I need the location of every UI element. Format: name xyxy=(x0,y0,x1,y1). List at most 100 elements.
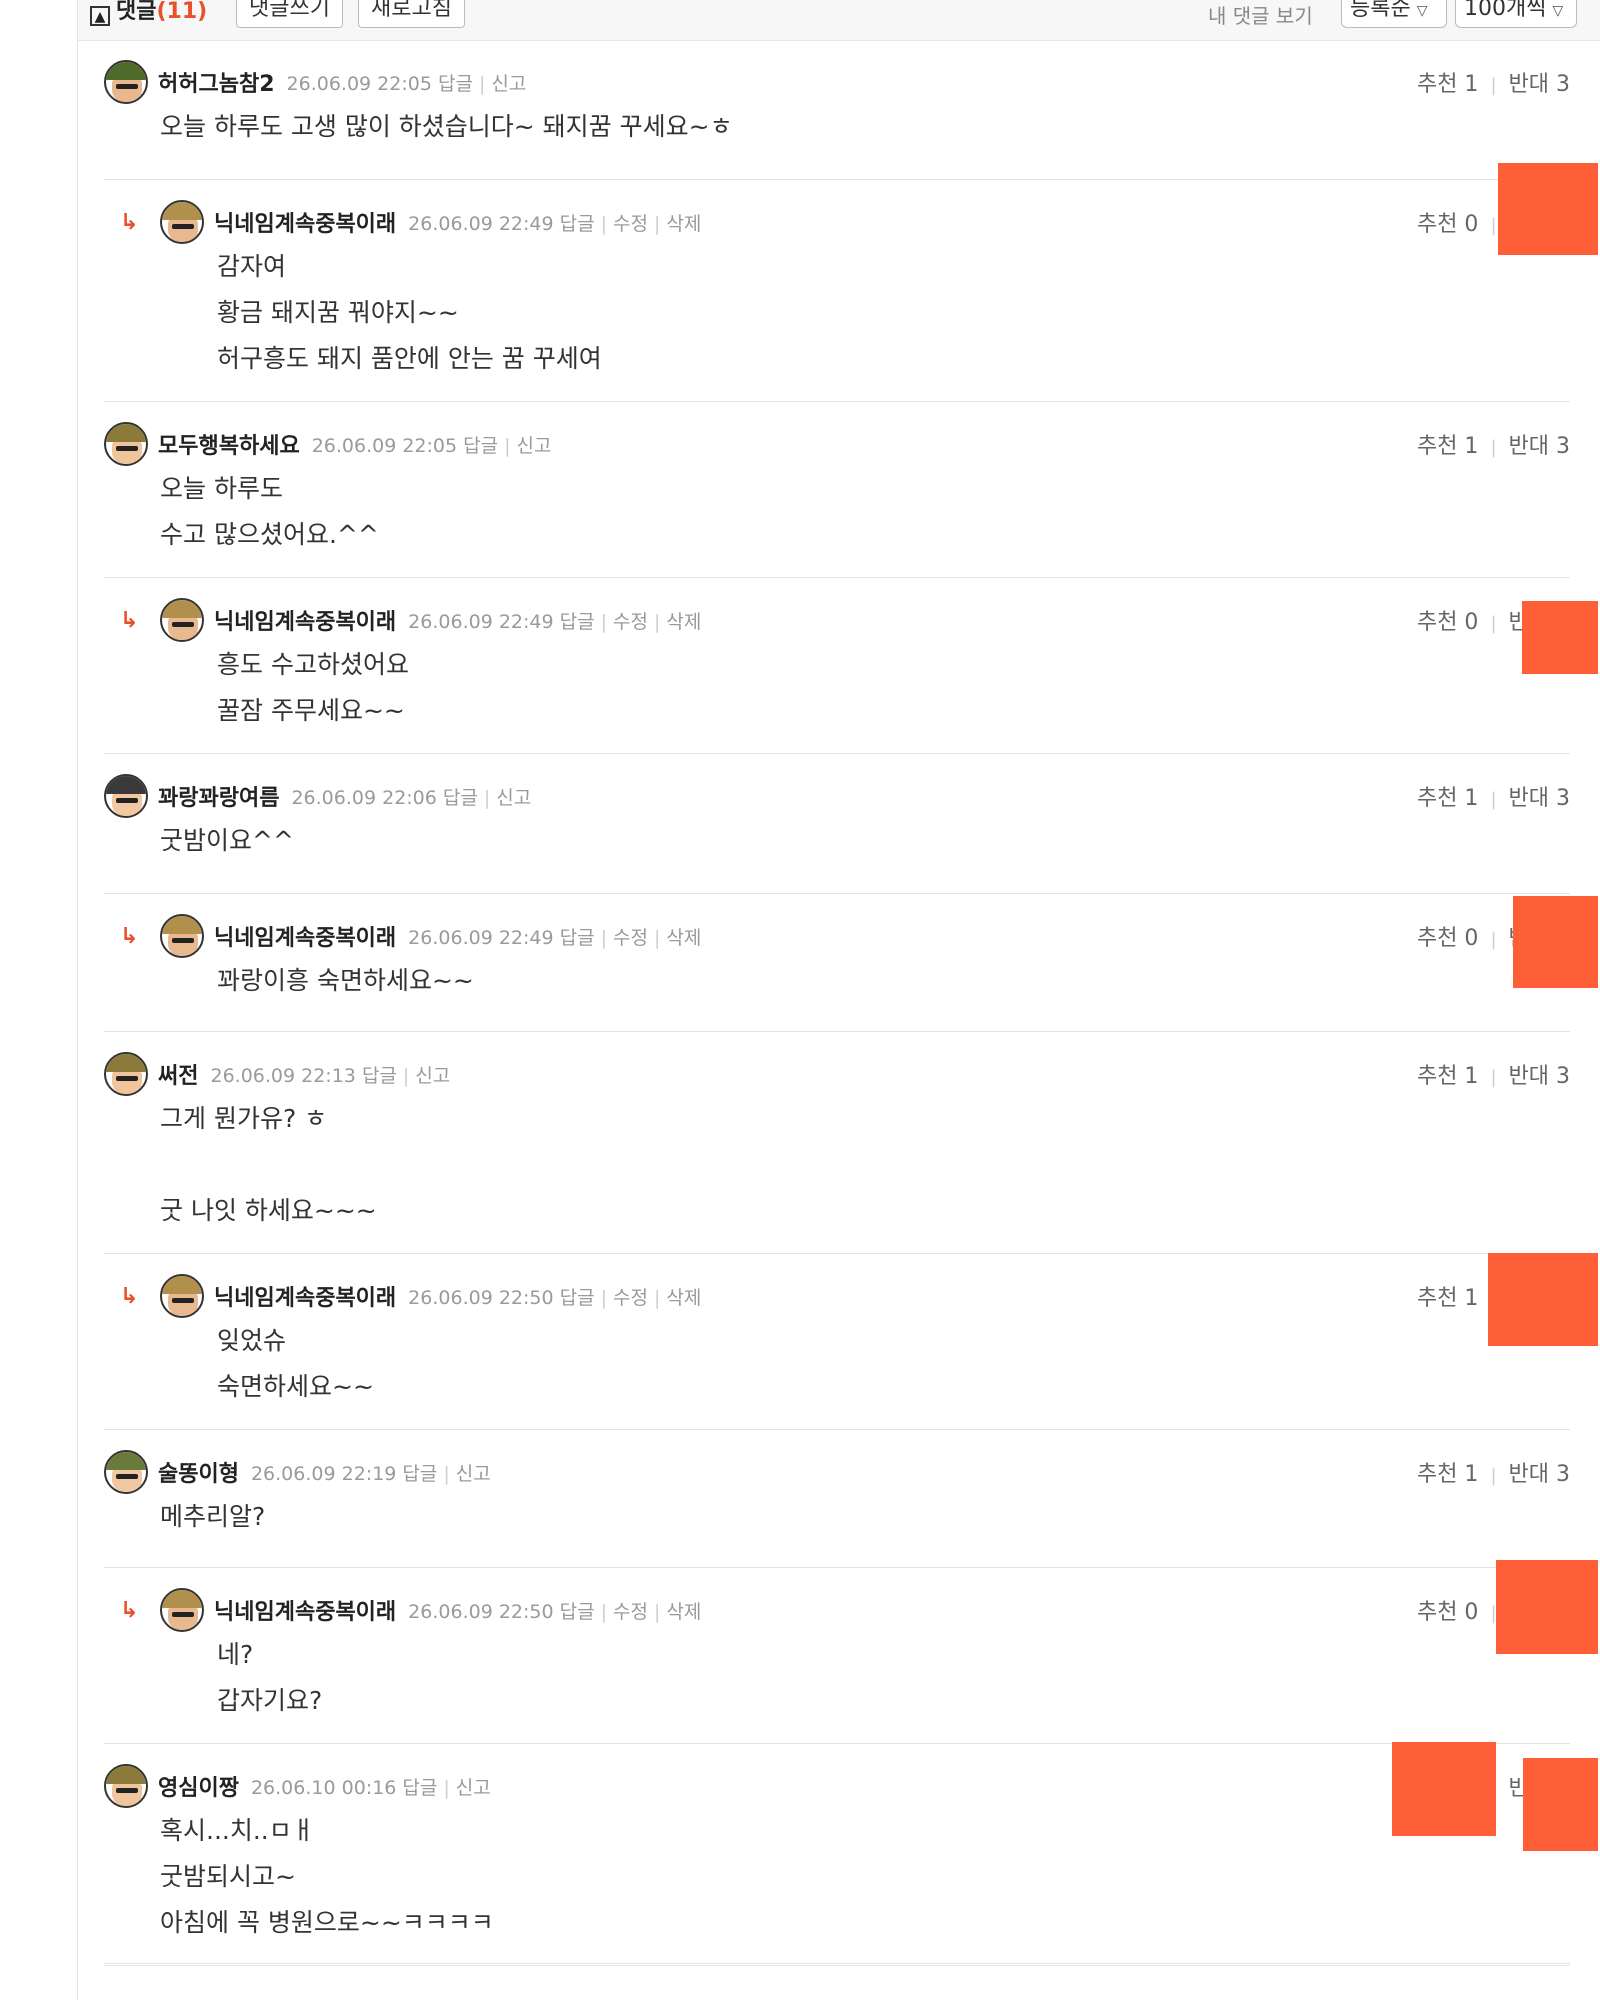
avatar-helmet xyxy=(106,424,146,442)
avatar[interactable] xyxy=(104,774,148,818)
comment-body: 굿밤이요^^ xyxy=(160,818,294,864)
sort-select[interactable]: 등록순 ▽ xyxy=(1341,0,1447,28)
report-link[interactable]: 신고 xyxy=(517,435,552,457)
avatar[interactable] xyxy=(160,598,204,642)
upvote-button[interactable]: 추천 0 xyxy=(1417,926,1478,951)
avatar[interactable] xyxy=(160,914,204,958)
avatar-eyes xyxy=(172,224,194,229)
avatar[interactable] xyxy=(160,1588,204,1632)
avatar-eyes xyxy=(172,1612,194,1617)
report-link[interactable]: 신고 xyxy=(415,1065,450,1087)
refresh-button[interactable]: 새로고침 xyxy=(358,0,465,28)
downvote-button[interactable]: 반대 5 xyxy=(1509,926,1570,951)
avatar[interactable] xyxy=(160,1274,204,1318)
avatar[interactable] xyxy=(104,1764,148,1808)
downvote-button[interactable]: 반대 3 xyxy=(1509,1064,1570,1089)
report-link[interactable]: 신고 xyxy=(496,787,531,809)
comment-author[interactable]: 닉네임계속중복이래 xyxy=(214,920,396,952)
downvote-button[interactable]: 반대 5 xyxy=(1509,212,1570,237)
upvote-button[interactable]: 추천 1 xyxy=(1417,786,1478,811)
comment-author[interactable]: 영심이짱 xyxy=(158,1770,239,1802)
comment-author[interactable]: 닉네임계속중복이래 xyxy=(214,206,396,238)
upvote-button[interactable]: 추천 2 xyxy=(1417,1776,1478,1801)
comment-line: 잊었슈 xyxy=(217,1326,287,1355)
downvote-button[interactable]: 반대 3 xyxy=(1509,434,1570,459)
comment-author[interactable]: 꽈랑꽈랑여름 xyxy=(158,780,279,812)
delete-link[interactable]: 삭제 xyxy=(666,1287,701,1309)
upvote-button[interactable]: 추천 0 xyxy=(1417,610,1478,635)
reply-link[interactable]: 답글 xyxy=(402,1463,437,1485)
reply-link[interactable]: 답글 xyxy=(362,1065,397,1087)
comment-author[interactable]: 닉네임계속중복이래 xyxy=(214,604,396,636)
write-comment-button[interactable]: 댓글쓰기 xyxy=(236,0,343,28)
downvote-button[interactable]: 반대 5 xyxy=(1509,610,1570,635)
my-comments-link[interactable]: 내 댓글 보기 xyxy=(1208,0,1313,29)
avatar[interactable] xyxy=(160,200,204,244)
upvote-button[interactable]: 추천 0 xyxy=(1417,1600,1478,1625)
upvote-button[interactable]: 추천 1 xyxy=(1417,1286,1478,1311)
edit-link[interactable]: 수정 xyxy=(613,1601,648,1623)
reply-link[interactable]: 답글 xyxy=(560,611,595,633)
reply-link[interactable]: 답글 xyxy=(560,1287,595,1309)
downvote-button[interactable]: 반대 3 xyxy=(1509,1776,1570,1801)
comment-line: 오늘 하루도 xyxy=(160,474,283,503)
comment-author[interactable]: 허허그놈참2 xyxy=(158,66,275,98)
comment-author[interactable]: 모두행복하세요 xyxy=(158,428,300,460)
reply-link[interactable]: 답글 xyxy=(402,1777,437,1799)
avatar[interactable] xyxy=(104,60,148,104)
page-size-select[interactable]: 100개씩 ▽ xyxy=(1455,0,1577,28)
reply-link[interactable]: 답글 xyxy=(463,435,498,457)
downvote-button[interactable]: 반대 3 xyxy=(1509,786,1570,811)
comment-author[interactable]: 닉네임계속중복이래 xyxy=(214,1594,396,1626)
comment-date: 26.06.09 22:06 xyxy=(291,786,437,809)
downvote-button[interactable]: 반대 5 xyxy=(1509,1600,1570,1625)
reply-link[interactable]: 답글 xyxy=(560,213,595,235)
comment-meta: 26.06.09 22:13 답글 | 신고 xyxy=(210,1061,450,1088)
delete-link[interactable]: 삭제 xyxy=(666,611,701,633)
reply-arrow-icon: ↳ xyxy=(120,210,139,235)
report-link[interactable]: 신고 xyxy=(456,1463,491,1485)
upvote-button[interactable]: 추천 1 xyxy=(1417,1064,1478,1089)
upvote-button[interactable]: 추천 1 xyxy=(1417,434,1478,459)
comment-line: 갑자기요? xyxy=(217,1686,323,1715)
upvote-button[interactable]: 추천 0 xyxy=(1417,212,1478,237)
vote-controls: 추천 1 | 반대 3 xyxy=(1417,780,1570,812)
delete-link[interactable]: 삭제 xyxy=(666,927,701,949)
collapse-icon[interactable]: ▲ xyxy=(90,6,110,26)
avatar-helmet xyxy=(106,1766,146,1784)
avatar[interactable] xyxy=(104,1450,148,1494)
comment-header: 써전 26.06.09 22:13 답글 | 신고 xyxy=(104,1052,450,1096)
edit-link[interactable]: 수정 xyxy=(613,611,648,633)
avatar-helmet xyxy=(162,916,202,934)
downvote-button[interactable]: 반대 3 xyxy=(1509,72,1570,97)
separator: | xyxy=(478,72,486,95)
downvote-button[interactable]: 반대 3 xyxy=(1509,1462,1570,1487)
reply-link[interactable]: 답글 xyxy=(560,1601,595,1623)
comment-author[interactable]: 써전 xyxy=(158,1058,198,1090)
edit-link[interactable]: 수정 xyxy=(613,213,648,235)
avatar[interactable] xyxy=(104,1052,148,1096)
comment-author[interactable]: 술똥이형 xyxy=(158,1456,239,1488)
delete-link[interactable]: 삭제 xyxy=(666,213,701,235)
downvote-button[interactable]: 반대 5 xyxy=(1509,1286,1570,1311)
reply-link[interactable]: 답글 xyxy=(560,927,595,949)
comment-header: 술똥이형 26.06.09 22:19 답글 | 신고 xyxy=(104,1450,491,1494)
separator: | xyxy=(653,610,661,633)
comment-section-toggle[interactable]: ▲ 댓글(11) xyxy=(90,0,207,26)
upvote-button[interactable]: 추천 1 xyxy=(1417,72,1478,97)
reply-link[interactable]: 답글 xyxy=(443,787,478,809)
comment-meta: 26.06.09 22:50 답글 | 수정 | 삭제 xyxy=(408,1283,701,1310)
page-size-select-value: 100개씩 xyxy=(1464,0,1547,21)
comment-date: 26.06.09 22:49 xyxy=(408,610,554,633)
edit-link[interactable]: 수정 xyxy=(613,927,648,949)
comment-line: 아침에 꼭 병원으로~~ㅋㅋㅋㅋ xyxy=(160,1908,494,1937)
upvote-button[interactable]: 추천 1 xyxy=(1417,1462,1478,1487)
report-link[interactable]: 신고 xyxy=(456,1777,491,1799)
report-link[interactable]: 신고 xyxy=(491,73,526,95)
comment-item: 써전 26.06.09 22:13 답글 | 신고 추천 1 | 반대 3 그게 뭔가유? ㅎ… xyxy=(104,1032,1570,1254)
edit-link[interactable]: 수정 xyxy=(613,1287,648,1309)
comment-author[interactable]: 닉네임계속중복이래 xyxy=(214,1280,396,1312)
delete-link[interactable]: 삭제 xyxy=(666,1601,701,1623)
avatar[interactable] xyxy=(104,422,148,466)
reply-link[interactable]: 답글 xyxy=(438,73,473,95)
